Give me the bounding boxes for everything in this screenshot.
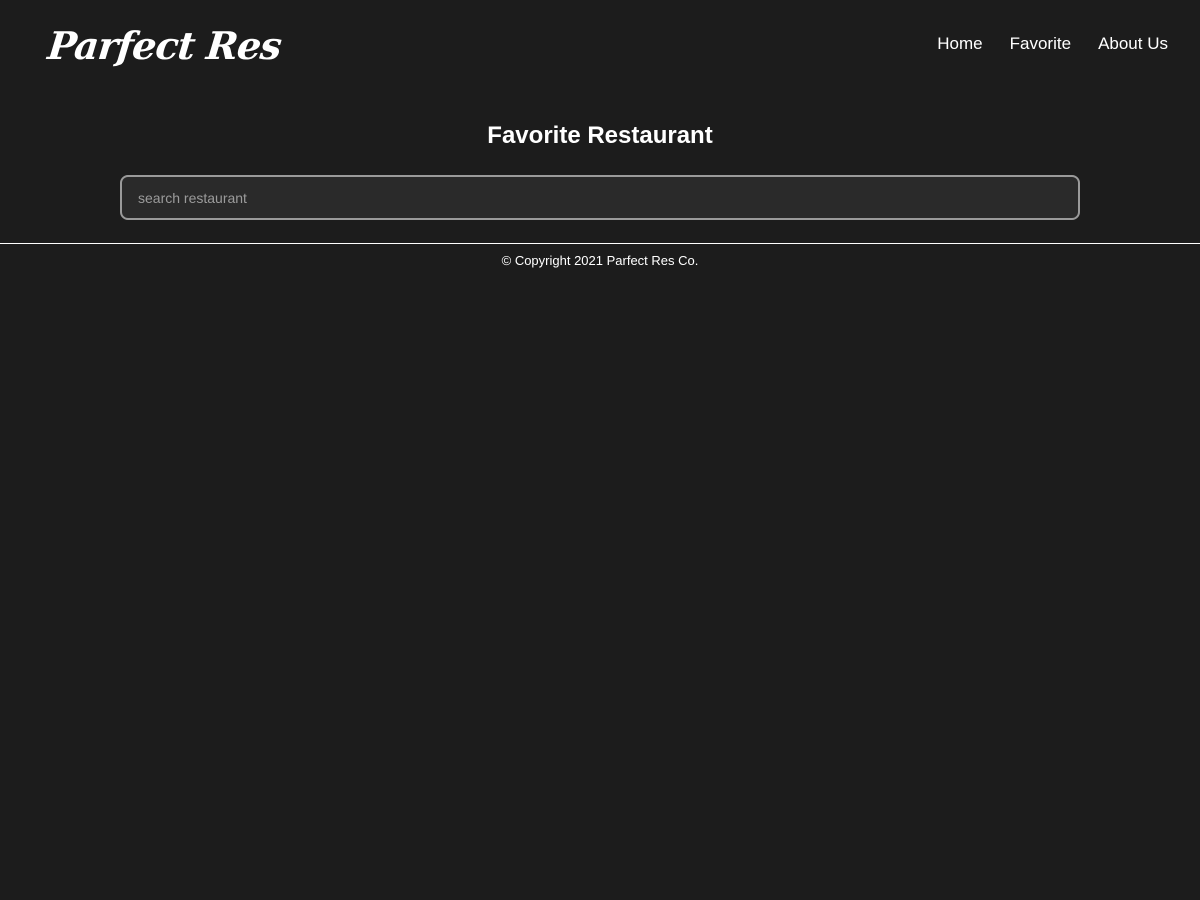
search-container [120, 175, 1080, 220]
nav-item-favorite: Favorite [1010, 32, 1071, 56]
main-content: Favorite Restaurant [0, 110, 1200, 220]
nav-item-home: Home [937, 32, 982, 56]
nav-link-about-us[interactable]: About Us [1098, 34, 1168, 53]
search-input[interactable] [120, 175, 1080, 220]
footer-divider [0, 243, 1200, 244]
brand-logo[interactable]: Parfect Res [45, 20, 284, 72]
nav-item-about-us: About Us [1098, 32, 1168, 56]
page: Parfect Res Home Favorite About Us Favor… [0, 0, 1200, 900]
page-title: Favorite Restaurant [487, 122, 713, 149]
nav-link-favorite[interactable]: Favorite [1010, 34, 1071, 53]
copyright-text: © Copyright 2021 Parfect Res Co. [501, 253, 699, 268]
nav-list: Home Favorite About Us [937, 32, 1168, 56]
site-header: Parfect Res Home Favorite About Us [0, 0, 1200, 90]
nav-link-home[interactable]: Home [937, 34, 982, 53]
